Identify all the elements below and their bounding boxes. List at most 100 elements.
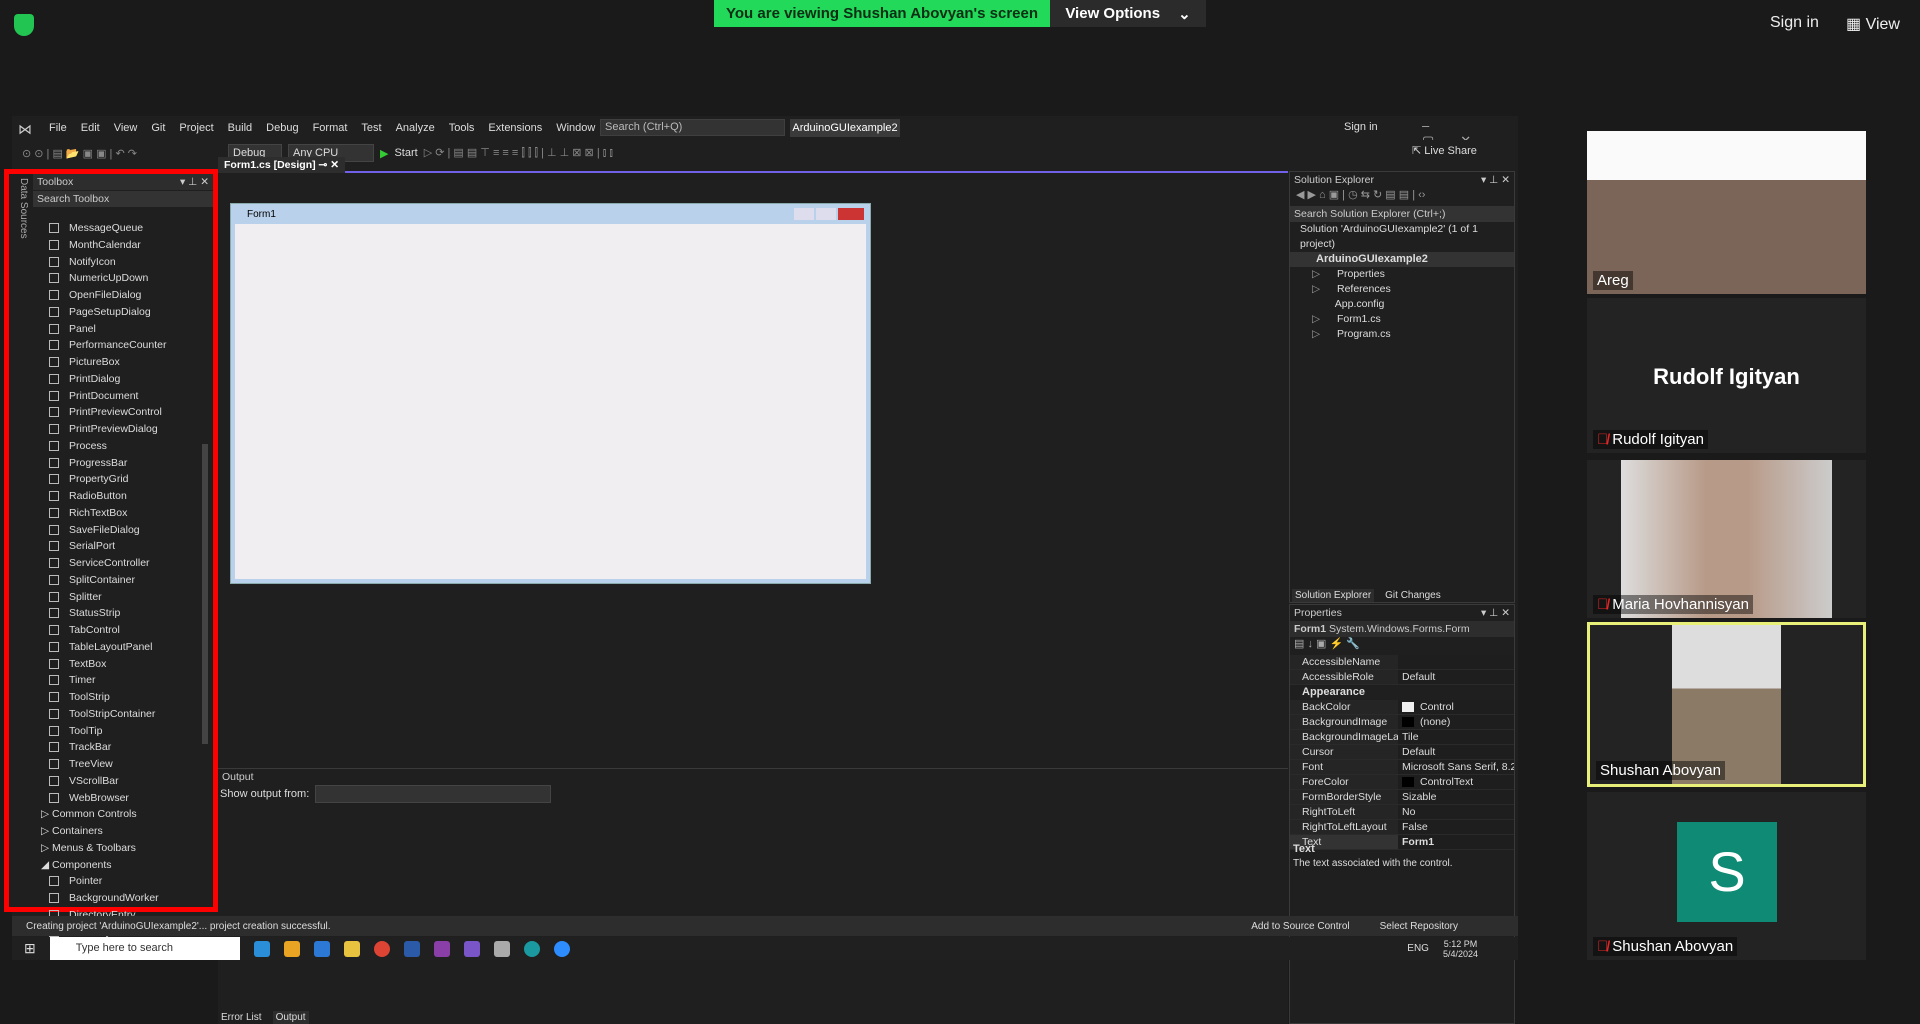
menu-window[interactable]: Window (549, 122, 602, 134)
visual-studio-icon[interactable] (463, 940, 480, 957)
tab-form1-design[interactable]: Form1.cs [Design] ⊸ ✕ (218, 157, 346, 173)
toolbox-item[interactable]: PrintDialog (49, 371, 120, 387)
property-row[interactable]: AccessibleRole Default (1290, 670, 1514, 685)
toolbox-scrollbar[interactable] (202, 444, 208, 744)
property-row[interactable]: RightToLeftLayout False (1290, 820, 1514, 835)
toolbox-item[interactable]: TabControl (49, 622, 120, 638)
menu-edit[interactable]: Edit (74, 122, 107, 134)
menu-file[interactable]: File (42, 122, 74, 134)
start-button[interactable]: Start (394, 147, 417, 159)
participant-tile[interactable]: 🎙̸ Maria Hovhannisyan (1587, 460, 1866, 618)
toolbox-item[interactable]: RichTextBox (49, 505, 127, 521)
form-client-area[interactable] (235, 224, 866, 579)
toolbox-item[interactable]: Process (49, 438, 107, 454)
property-row[interactable]: BackgroundImageLayoutTile (1290, 730, 1514, 745)
menu-debug[interactable]: Debug (259, 122, 305, 134)
solution-node[interactable]: ▷ Form1.cs (1290, 312, 1514, 327)
zoom-icon[interactable] (553, 940, 570, 957)
property-row[interactable]: RightToLeft No (1290, 805, 1514, 820)
toolbox-item[interactable]: PerformanceCounter (49, 337, 166, 353)
edge-icon[interactable] (253, 940, 270, 957)
toolbox-item[interactable]: TreeView (49, 756, 113, 772)
object-selector[interactable]: Form1 System.Windows.Forms.Form (1290, 621, 1514, 637)
toolbox-item[interactable]: PrintPreviewDialog (49, 421, 158, 437)
output-source-select[interactable] (315, 785, 552, 803)
toolbox-item[interactable]: VScrollBar (49, 773, 119, 789)
toolbox-item[interactable]: RadioButton (49, 488, 127, 504)
solution-node[interactable]: ▷ Program.cs (1290, 327, 1514, 342)
toolbox-item[interactable]: ToolStrip (49, 689, 110, 705)
property-row[interactable]: AccessibleName (1290, 655, 1514, 670)
tab-output[interactable]: Output (272, 1011, 309, 1024)
toolbox-item[interactable]: ToolTip (49, 723, 102, 739)
search-input[interactable]: Search (Ctrl+Q) (600, 119, 785, 136)
property-row[interactable]: ForeColor ControlText (1290, 775, 1514, 790)
toolbox-item[interactable]: SerialPort (49, 538, 115, 554)
toolbox-item[interactable]: ProgressBar (49, 455, 127, 471)
toolbox-item[interactable]: TextBox (49, 656, 106, 672)
menu-view[interactable]: View (107, 122, 145, 134)
toolbox-item[interactable]: PrintDocument (49, 388, 138, 404)
toolbox-item[interactable]: TrackBar (49, 739, 111, 755)
toolbox-item[interactable]: MonthCalendar (49, 237, 141, 253)
toolbox-item[interactable]: WebBrowser (49, 790, 129, 806)
property-row[interactable]: BackgroundImage (none) (1290, 715, 1514, 730)
participant-tile[interactable]: Rudolf Igityan 🎙̸ Rudolf Igityan (1587, 298, 1866, 453)
toolbox-item[interactable]: Timer (49, 672, 95, 688)
vs-sign-in[interactable]: Sign in (1344, 121, 1378, 133)
add-source-control-button[interactable]: Add to Source Control (1251, 921, 1349, 932)
participant-tile[interactable]: Areg (1587, 131, 1866, 294)
live-share-button[interactable]: ⇱ Live Share (1412, 144, 1477, 157)
mail-icon[interactable] (313, 940, 330, 957)
store-icon[interactable] (283, 940, 300, 957)
tab-solution-explorer[interactable]: Solution Explorer (1292, 589, 1375, 602)
toolbox-item[interactable]: NumericUpDown (49, 270, 148, 286)
select-repository-button[interactable]: Select Repository (1380, 921, 1458, 932)
clock[interactable]: 5:12 PM 5/4/2024 (1443, 939, 1478, 959)
app-icon[interactable] (493, 940, 510, 957)
toolbox-item[interactable]: BackgroundWorker (49, 890, 159, 906)
property-row[interactable]: BackColor Control (1290, 700, 1514, 715)
view-options-button[interactable]: View Options ⌄ (1050, 0, 1206, 27)
menu-test[interactable]: Test (354, 122, 388, 134)
toolbox-item[interactable]: ToolStripContainer (49, 706, 155, 722)
menu-extensions[interactable]: Extensions (481, 122, 549, 134)
toolbox-item[interactable]: Panel (49, 321, 96, 337)
toolbox-item[interactable]: PrintPreviewControl (49, 404, 162, 420)
menu-git[interactable]: Git (144, 122, 172, 134)
property-row[interactable]: FormBorderStyle Sizable (1290, 790, 1514, 805)
app-icon[interactable] (433, 940, 450, 957)
windows-start-icon[interactable]: ⊞ (24, 940, 36, 957)
solution-search[interactable]: Search Solution Explorer (Ctrl+;) (1290, 206, 1514, 222)
menu-project[interactable]: Project (172, 122, 220, 134)
zoom-view-button[interactable]: ▦ View (1846, 14, 1900, 34)
form1-window[interactable]: Form1 (230, 203, 871, 584)
taskbar-search[interactable]: Type here to search (49, 937, 240, 960)
property-row[interactable]: Cursor Default (1290, 745, 1514, 760)
toolbox-item[interactable]: NotifyIcon (49, 254, 116, 270)
toolbox-item[interactable]: OpenFileDialog (49, 287, 141, 303)
menu-format[interactable]: Format (306, 122, 355, 134)
zoom-security-icon[interactable] (14, 14, 34, 36)
toolbox-group[interactable]: ▷ Common Controls (41, 806, 137, 822)
toolbox-item[interactable]: MessageQueue (49, 220, 143, 236)
property-row[interactable]: Font Microsoft Sans Serif, 8.2 (1290, 760, 1514, 775)
participant-tile[interactable]: Shushan Abovyan (1587, 622, 1866, 787)
menu-build[interactable]: Build (221, 122, 259, 134)
toolbox-item[interactable]: StatusStrip (49, 605, 120, 621)
toolbox-item[interactable]: TableLayoutPanel (49, 639, 152, 655)
solution-node[interactable]: ▷ Properties (1290, 267, 1514, 282)
language-indicator[interactable]: ENG (1407, 943, 1429, 954)
solution-node[interactable]: Solution 'ArduinoGUIexample2' (1 of 1 pr… (1290, 222, 1514, 252)
menu-analyze[interactable]: Analyze (389, 122, 442, 134)
participant-tile[interactable]: S 🎙̸ Shushan Abovyan (1587, 792, 1866, 960)
toolbox-group[interactable]: ▷ Containers (41, 823, 103, 839)
toolbox-item[interactable]: ServiceController (49, 555, 150, 571)
toolbox-group[interactable]: ◢ Components (41, 857, 112, 873)
toolbox-group[interactable]: ▷ Menus & Toolbars (41, 840, 136, 856)
toolbox-item[interactable]: PageSetupDialog (49, 304, 151, 320)
word-icon[interactable] (403, 940, 420, 957)
arduino-icon[interactable] (523, 940, 540, 957)
property-category[interactable]: Appearance (1290, 685, 1514, 700)
toolbox-item[interactable]: Splitter (49, 589, 102, 605)
